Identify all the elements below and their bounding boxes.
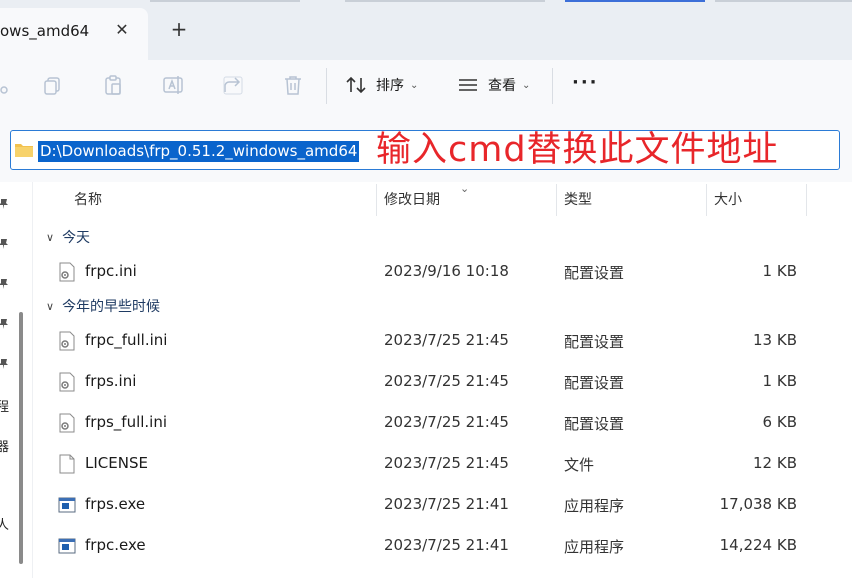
inactive-tab-edge — [345, 0, 545, 2]
file-size: 1 KB — [762, 262, 797, 280]
nav-scrollbar[interactable] — [19, 312, 23, 564]
file-name: frps.ini — [85, 372, 137, 390]
file-row[interactable]: LICENSE 2023/7/25 21:45 文件 12 KB — [40, 444, 820, 484]
file-type: 应用程序 — [564, 497, 625, 515]
copy-icon[interactable] — [40, 72, 66, 98]
nav-item-label[interactable]: 程 — [0, 396, 9, 415]
column-header-size[interactable]: 大小 — [714, 183, 742, 217]
file-size: 17,038 KB — [719, 495, 797, 513]
file-date: 2023/7/25 21:41 — [384, 495, 509, 513]
nav-item-label[interactable]: 人 — [0, 514, 9, 533]
file-type: 配置设置 — [564, 374, 625, 392]
sort-button[interactable]: 排序 ⌄ — [346, 70, 418, 100]
config-file-icon — [59, 331, 75, 351]
pin-icon[interactable] — [0, 318, 10, 330]
more-options-icon[interactable]: ··· — [572, 72, 599, 93]
share-icon[interactable] — [220, 72, 246, 98]
file-row[interactable]: frps.ini 2023/7/25 21:45 配置设置 1 KB — [40, 362, 820, 402]
config-file-icon — [59, 372, 75, 392]
file-date: 2023/7/25 21:45 — [384, 331, 509, 349]
group-header-today[interactable]: ∨ 今天 — [46, 225, 90, 249]
navigation-pane: 程 器 人 — [0, 182, 33, 578]
blank-file-icon — [59, 454, 75, 474]
pin-icon[interactable] — [0, 238, 10, 250]
paste-icon[interactable] — [100, 72, 126, 98]
exe-file-icon — [58, 497, 76, 513]
file-size: 14,224 KB — [719, 536, 797, 554]
close-icon[interactable]: ✕ — [112, 20, 132, 40]
file-name: frps.exe — [85, 495, 146, 513]
view-label: 查看 — [488, 78, 516, 94]
file-name: frpc.exe — [85, 536, 146, 554]
cut-icon[interactable] — [0, 72, 12, 98]
pin-icon[interactable] — [0, 278, 10, 290]
file-date: 2023/7/25 21:41 — [384, 536, 509, 554]
column-divider[interactable] — [706, 184, 707, 216]
file-date: 2023/7/25 21:45 — [384, 454, 509, 472]
file-type: 文件 — [564, 456, 595, 474]
tab-title: ows_amd64 — [0, 22, 90, 40]
file-type: 配置设置 — [564, 264, 625, 282]
exe-file-icon — [58, 538, 76, 554]
config-file-icon — [59, 413, 75, 433]
file-type: 配置设置 — [564, 333, 625, 351]
file-size: 1 KB — [762, 372, 797, 390]
chevron-down-icon: ∨ — [46, 230, 55, 244]
file-size: 6 KB — [762, 413, 797, 431]
column-divider[interactable] — [556, 184, 557, 216]
file-size: 12 KB — [753, 454, 797, 472]
new-tab-icon[interactable]: + — [168, 18, 190, 40]
file-row[interactable]: frpc.ini 2023/9/16 10:18 配置设置 1 KB — [40, 252, 820, 292]
view-button[interactable]: 查看 ⌄ — [458, 70, 530, 100]
inactive-tab-edge — [715, 0, 852, 2]
instruction-annotation: 输入cmd替换此文件地址 — [376, 130, 779, 170]
file-name: frps_full.ini — [85, 413, 168, 431]
chevron-down-icon: ⌄ — [522, 79, 531, 91]
file-date: 2023/7/25 21:45 — [384, 413, 509, 431]
command-bar: 排序 ⌄ 查看 ⌄ ··· — [0, 60, 852, 112]
inactive-tab-edge — [565, 0, 705, 2]
tab-strip: ows_amd64 ✕ + — [0, 0, 852, 60]
pin-icon[interactable] — [0, 358, 10, 370]
chevron-down-icon: ⌄ — [410, 79, 419, 91]
tab-active[interactable]: ows_amd64 ✕ — [0, 8, 148, 60]
column-header-type[interactable]: 类型 — [564, 183, 592, 217]
file-row[interactable]: frpc_full.ini 2023/7/25 21:45 配置设置 13 KB — [40, 321, 820, 361]
file-row[interactable]: frps_full.ini 2023/7/25 21:45 配置设置 6 KB — [40, 403, 820, 443]
sort-label: 排序 — [376, 78, 404, 94]
sort-icon — [346, 76, 366, 94]
column-header-name[interactable]: 名称 — [74, 183, 102, 217]
file-row[interactable]: frps.exe 2023/7/25 21:41 应用程序 17,038 KB — [40, 485, 820, 525]
file-date: 2023/7/25 21:45 — [384, 372, 509, 390]
file-type: 应用程序 — [564, 538, 625, 556]
view-icon — [459, 79, 477, 91]
group-header-earlier-this-year[interactable]: ∨ 今年的早些时候 — [46, 294, 160, 318]
column-divider[interactable] — [806, 184, 807, 216]
rename-icon[interactable] — [160, 72, 186, 98]
group-label: 今天 — [62, 230, 91, 246]
chevron-down-icon: ∨ — [46, 299, 55, 313]
config-file-icon — [59, 262, 75, 282]
address-path-selected[interactable]: D:\Downloads\frp_0.51.2_windows_amd64 — [38, 141, 360, 162]
inactive-tab-edge — [150, 0, 300, 2]
file-size: 13 KB — [753, 331, 797, 349]
group-label: 今年的早些时候 — [62, 299, 161, 315]
file-name: frpc_full.ini — [85, 331, 168, 349]
folder-icon — [14, 142, 34, 158]
column-header-date[interactable]: 修改日期 — [384, 183, 440, 217]
file-name: LICENSE — [85, 454, 148, 472]
pin-icon[interactable] — [0, 198, 10, 210]
file-name: frpc.ini — [85, 262, 137, 280]
sort-indicator-icon: ⌄ — [460, 182, 470, 195]
toolbar-separator — [326, 68, 327, 104]
file-date: 2023/9/16 10:18 — [384, 262, 509, 280]
file-type: 配置设置 — [564, 415, 625, 433]
delete-icon[interactable] — [280, 72, 306, 98]
toolbar-separator — [552, 68, 553, 104]
nav-item-label[interactable]: 器 — [0, 436, 9, 455]
file-row[interactable]: frpc.exe 2023/7/25 21:41 应用程序 14,224 KB — [40, 526, 820, 566]
column-divider[interactable] — [376, 184, 377, 216]
